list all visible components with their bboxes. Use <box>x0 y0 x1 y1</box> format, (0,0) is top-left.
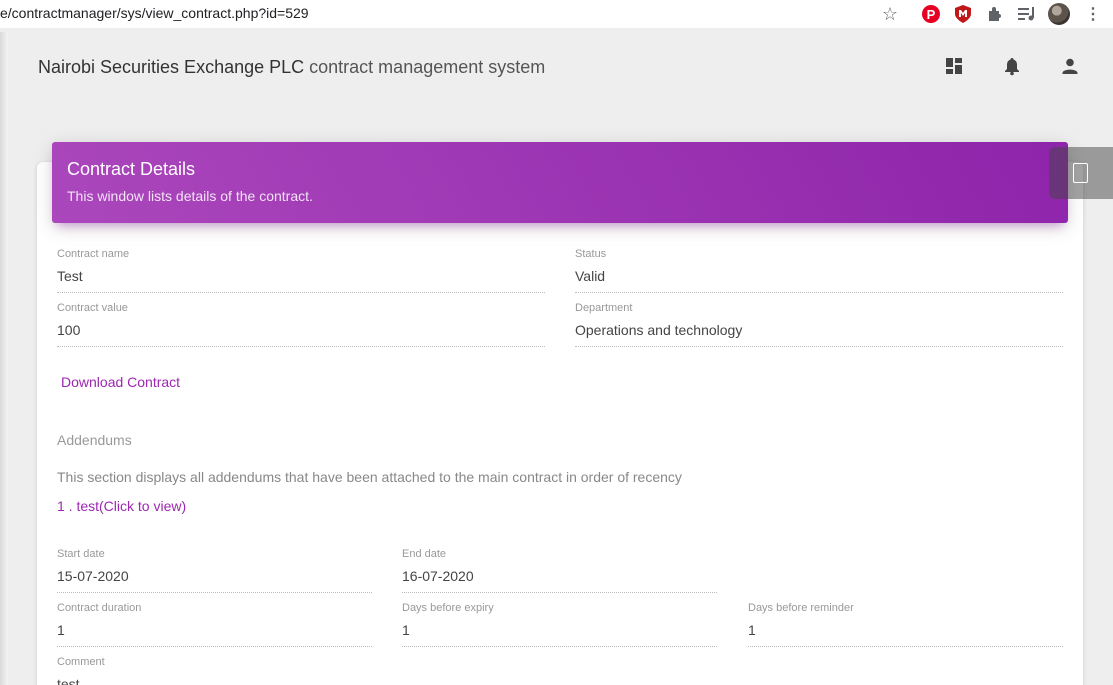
field-label: Days before expiry <box>402 602 494 614</box>
browser-toolbar: e/contractmanager/sys/view_contract.php?… <box>0 0 1113 28</box>
avatar[interactable] <box>1048 3 1070 25</box>
field-value: 1 <box>57 622 65 638</box>
field-value: Valid <box>575 268 606 284</box>
field-underline <box>57 292 545 293</box>
field-label: Days before reminder <box>748 602 854 614</box>
field-value: Test <box>57 268 83 284</box>
field-underline <box>748 646 1063 647</box>
field-underline <box>57 646 372 647</box>
field-value: 16-07-2020 <box>402 568 474 584</box>
field-underline <box>57 592 372 593</box>
company-name: Nairobi Securities Exchange PLC <box>38 57 305 77</box>
bell-icon[interactable] <box>1002 56 1022 76</box>
field-underline <box>402 646 717 647</box>
menu-icon[interactable]: ⋮ <box>1083 4 1103 24</box>
contract-card <box>37 162 1083 685</box>
url-bar[interactable]: e/contractmanager/sys/view_contract.php?… <box>0 5 309 21</box>
field-value: Operations and technology <box>575 322 743 338</box>
download-contract-link[interactable]: Download Contract <box>61 374 180 390</box>
dashboard-icon[interactable] <box>944 56 964 76</box>
pinterest-logo: P <box>922 5 940 23</box>
field-label: Department <box>575 302 633 314</box>
field-label: Contract name <box>57 248 130 260</box>
field-label: Comment <box>57 656 105 668</box>
field-value: 100 <box>57 322 81 338</box>
field-underline <box>402 592 717 593</box>
system-name: contract management system <box>309 57 546 77</box>
addendum-link[interactable]: 1 . test(Click to view) <box>57 498 186 514</box>
field-label: Contract duration <box>57 602 142 614</box>
field-value: 1 <box>748 622 756 638</box>
field-underline <box>575 346 1063 347</box>
field-value: 1 <box>402 622 410 638</box>
person-icon[interactable] <box>1060 56 1080 76</box>
addendums-description: This section displays all addendums that… <box>57 469 682 485</box>
media-icon[interactable] <box>1017 4 1037 24</box>
card-subtitle: This window lists details of the contrac… <box>67 188 313 204</box>
field-value: 15-07-2020 <box>57 568 129 584</box>
puzzle-icon[interactable] <box>985 4 1005 24</box>
field-label: End date <box>402 548 447 560</box>
page-title: Nairobi Securities Exchange PLC contract… <box>38 57 545 78</box>
field-label: Status <box>575 248 607 260</box>
side-panel-toggle[interactable] <box>1049 147 1113 199</box>
field-underline <box>57 346 545 347</box>
card-title: Contract Details <box>67 159 196 179</box>
field-underline <box>575 292 1063 293</box>
page-edge <box>0 32 8 685</box>
field-value: test <box>57 676 80 685</box>
field-label: Start date <box>57 548 105 560</box>
shield-icon[interactable] <box>953 4 973 24</box>
field-label: Contract value <box>57 302 128 314</box>
star-icon[interactable]: ☆ <box>880 4 900 24</box>
panel-icon <box>1073 163 1088 183</box>
addendums-title: Addendums <box>57 432 132 448</box>
card-header: Contract Details This window lists detai… <box>52 142 1068 223</box>
pinterest-icon[interactable]: P <box>921 4 941 24</box>
